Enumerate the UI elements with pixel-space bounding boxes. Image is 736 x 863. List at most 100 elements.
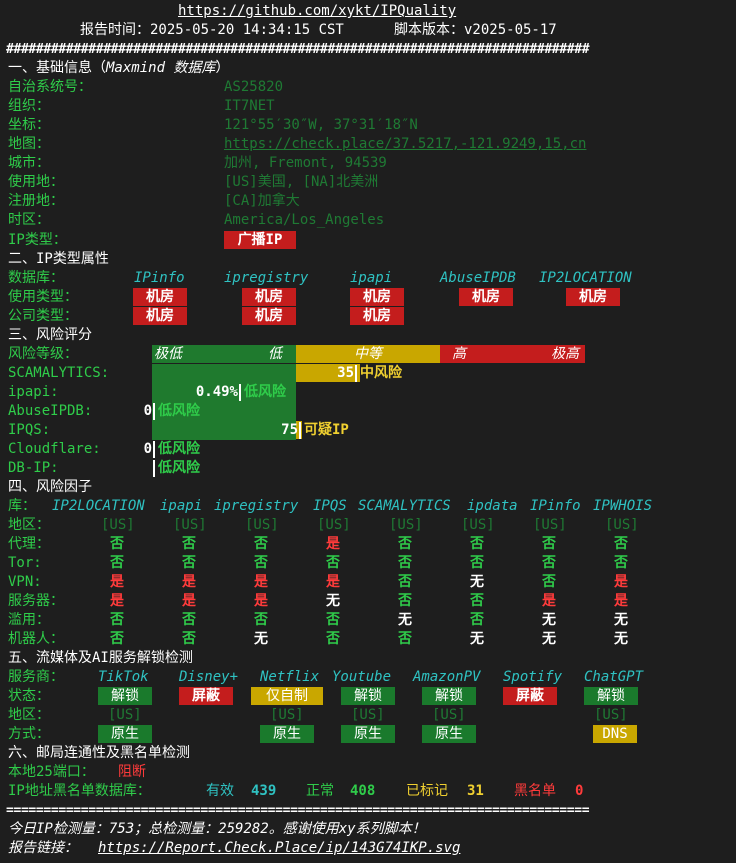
- stream-status-badge: 解锁: [98, 687, 152, 705]
- factor-value: 否: [470, 593, 484, 609]
- factor-value: 无: [470, 631, 484, 647]
- basic-label: 时区：: [8, 212, 50, 228]
- factor-value: 否: [254, 555, 268, 571]
- factor-value: [US]: [101, 517, 135, 533]
- repo-url[interactable]: https://github.com/xykt/IPQuality: [178, 2, 456, 21]
- usage-badge: 机房: [459, 288, 513, 306]
- service-header: AmazonPV: [413, 669, 481, 685]
- risk-verdict: 低风险: [158, 441, 200, 457]
- risk-verdict: 低风险: [158, 403, 200, 419]
- report-time: 报告时间：2025-05-20 14:34:15 CST: [80, 22, 344, 38]
- basic-value: 121°55′30″W, 37°31′18″N: [224, 117, 418, 133]
- company-badge: 机房: [133, 307, 187, 325]
- blacklist-label-count: 黑名单: [514, 783, 556, 799]
- basic-label: 地图：: [8, 136, 50, 152]
- factor-label: Tor:: [8, 555, 42, 571]
- normal-label: 正常: [306, 783, 334, 799]
- score-separator: [153, 441, 155, 458]
- level-low: 低: [268, 346, 282, 362]
- basic-label: 注册地：: [8, 193, 64, 209]
- port25-value: 阻断: [118, 764, 146, 780]
- usage-badge: 机房: [350, 288, 404, 306]
- db-header: IP2LOCATION: [539, 270, 632, 286]
- factor-value: 否: [110, 536, 124, 552]
- factor-value: [US]: [533, 517, 567, 533]
- stream-method-badge: 原生: [98, 725, 152, 743]
- factor-value: 否: [254, 536, 268, 552]
- factor-value: 否: [614, 536, 628, 552]
- factor-value: 否: [326, 555, 340, 571]
- level-very-high: 极高: [551, 346, 579, 362]
- factor-value: 是: [542, 593, 556, 609]
- marked-count: 31: [467, 783, 484, 799]
- service-header: Disney+: [179, 669, 239, 685]
- factor-value: [US]: [389, 517, 423, 533]
- factor-value: 是: [614, 574, 628, 590]
- factor-value: 否: [110, 612, 124, 628]
- stream-region: [US]: [432, 707, 466, 723]
- factor-label: 地区：: [8, 517, 50, 533]
- section-factor-title: 四、风险因子: [8, 479, 92, 495]
- company-label: 公司类型：: [8, 308, 78, 324]
- risk-score: 75: [281, 422, 298, 438]
- section-basic-title: 一、基础信息（Maxmind 数据库）: [8, 60, 230, 76]
- factor-value: [US]: [605, 517, 639, 533]
- factor-value: 否: [470, 536, 484, 552]
- risk-source-label: DB-IP:: [8, 460, 59, 476]
- ipqs-bar-low: [152, 421, 296, 439]
- db-header: AbuseIPDB: [440, 270, 516, 286]
- factor-value: 无: [398, 612, 412, 628]
- port25-label: 本地25端口：: [8, 764, 95, 780]
- db-header: ipapi: [350, 270, 393, 286]
- stream-method-badge: 原生: [260, 725, 314, 743]
- basic-value: AS25820: [224, 79, 284, 95]
- stream-method-badge: 原生: [422, 725, 476, 743]
- risk-source-label: Cloudflare:: [8, 441, 101, 457]
- normal-count: 408: [350, 783, 376, 799]
- factor-label: 滥用：: [8, 612, 50, 628]
- factor-lib-header: SCAMALYTICS: [358, 498, 451, 514]
- company-badge: 机房: [350, 307, 404, 325]
- usage-badge: 机房: [566, 288, 620, 306]
- factor-value: 否: [542, 536, 556, 552]
- basic-value: 加州, Fremont, 94539: [224, 155, 387, 171]
- risk-source-label: AbuseIPDB:: [8, 403, 93, 419]
- factor-value: 是: [110, 574, 124, 590]
- factor-value: 是: [326, 536, 340, 552]
- factor-value: 否: [110, 555, 124, 571]
- basic-label: 自治系统号：: [8, 79, 92, 95]
- report-link[interactable]: https://Report.Check.Place/ip/143G74IKP.…: [98, 839, 460, 858]
- stream-method-badge: DNS: [593, 725, 637, 743]
- blacklist-label: IP地址黑名单数据库：: [8, 783, 151, 799]
- marked-label: 已标记: [406, 783, 448, 799]
- factor-value: 否: [254, 612, 268, 628]
- service-label: 服务商：: [8, 669, 64, 685]
- factor-lib-header: ipdata: [467, 498, 518, 514]
- section-risk-title: 三、风险评分: [8, 327, 92, 343]
- score-separator: [355, 365, 357, 382]
- factor-value: 是: [110, 593, 124, 609]
- factor-value: 否: [398, 536, 412, 552]
- factor-lib-header: IPQS: [313, 498, 347, 514]
- stream-status-badge: 仅自制: [251, 687, 323, 705]
- usage-label: 使用类型：: [8, 289, 78, 305]
- stream-status-badge: 解锁: [422, 687, 476, 705]
- stream-region: [US]: [594, 707, 628, 723]
- footer-link-label: 报告链接：: [8, 840, 78, 856]
- eq-divider: ========================================…: [6, 803, 590, 818]
- stream-region: [US]: [270, 707, 304, 723]
- risk-level-label: 风险等级：: [8, 346, 78, 362]
- factor-value: [US]: [461, 517, 495, 533]
- script-version: 脚本版本：v2025-05-17: [394, 22, 557, 38]
- service-header: Netflix: [260, 669, 320, 685]
- usage-badge: 机房: [133, 288, 187, 306]
- method-label: 方式：: [8, 726, 50, 742]
- basic-label: 组织：: [8, 98, 50, 114]
- factor-lib-header: IP2LOCATION: [52, 498, 145, 514]
- map-link[interactable]: https://check.place/37.5217,-121.9249,15…: [224, 135, 586, 154]
- status-label: 状态：: [8, 688, 50, 704]
- service-header: ChatGPT: [584, 669, 644, 685]
- factor-value: 否: [182, 631, 196, 647]
- factor-value: 否: [326, 612, 340, 628]
- company-badge: 机房: [242, 307, 296, 325]
